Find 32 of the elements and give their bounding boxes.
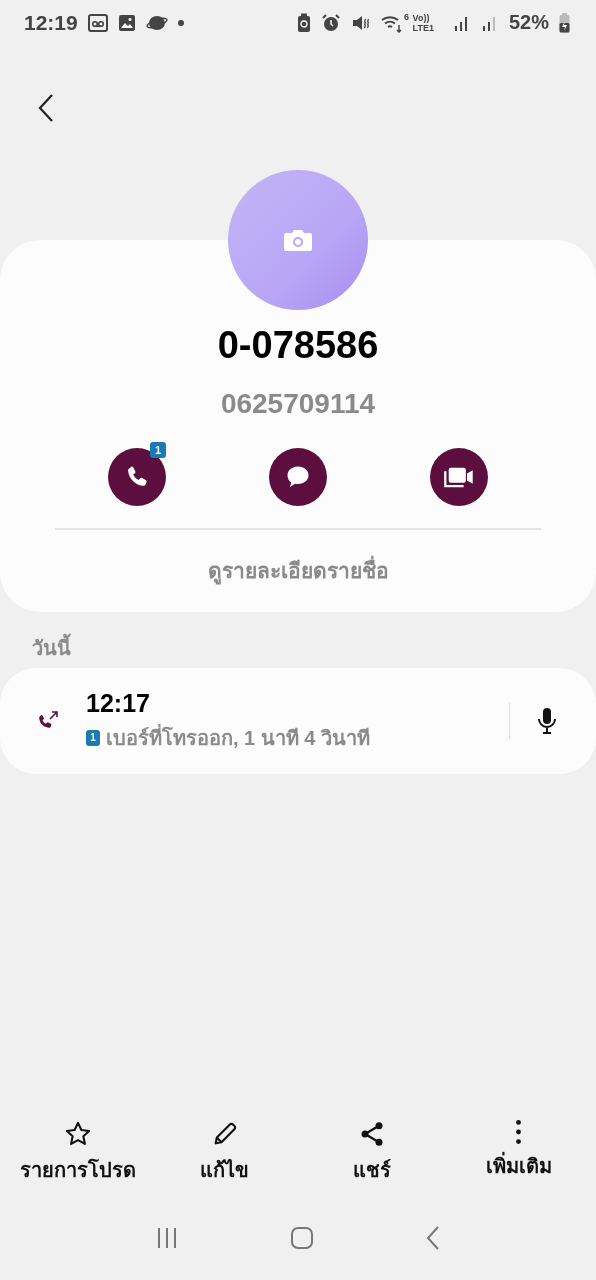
battery-percent: 52%: [508, 11, 549, 34]
call-log-item[interactable]: 12:17 1 เบอร์ที่โทรออก, 1 นาที 4 วินาที: [0, 668, 596, 774]
section-title: วันนี้: [0, 612, 596, 668]
alarm-icon: [320, 12, 341, 33]
contact-name: 0-078586: [217, 324, 379, 368]
camera-icon: [283, 228, 313, 252]
microphone-icon[interactable]: [536, 707, 558, 735]
phone-number: 0625709114: [220, 388, 376, 420]
favorite-button[interactable]: รายการโปรด: [7, 1120, 148, 1205]
image-icon: [117, 13, 136, 32]
call-button[interactable]: [108, 448, 166, 506]
home-button[interactable]: [290, 1225, 314, 1250]
sim-badge: 1: [86, 729, 100, 746]
dot-icon: [177, 19, 184, 26]
video-button[interactable]: [430, 448, 488, 506]
network-label: LTE1: [412, 22, 434, 33]
wifi-label: 6: [403, 11, 409, 22]
battery-saver-icon: [296, 12, 311, 33]
sim-badge: 1: [150, 442, 166, 458]
share-button[interactable]: แชร์: [301, 1120, 442, 1205]
message-button[interactable]: [269, 448, 327, 506]
status-time: 12:19: [24, 10, 78, 35]
battery-charging-icon: [559, 12, 570, 33]
more-icon: [516, 1120, 521, 1144]
planet-icon: [145, 13, 168, 32]
back-nav-button[interactable]: [424, 1224, 441, 1251]
call-description: เบอร์ที่โทรออก, 1 นาที 4 วินาที: [106, 723, 371, 751]
more-button[interactable]: เพิ่มเติม: [448, 1120, 589, 1205]
call-time: 12:17: [86, 688, 151, 718]
voicemail-icon: [87, 13, 108, 32]
edit-button[interactable]: แก้ไข: [154, 1120, 295, 1205]
network-label: Vo)): [412, 12, 431, 23]
